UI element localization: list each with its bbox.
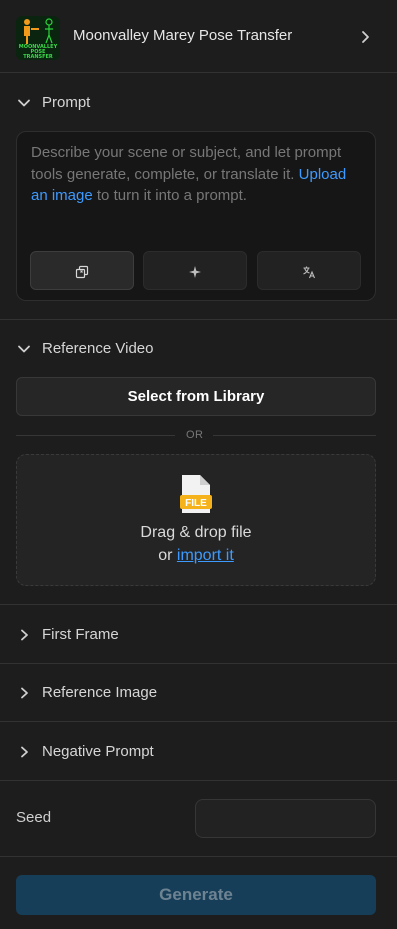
chevron-down-icon	[18, 345, 30, 353]
prompt-placeholder-text-end: to turn it into a prompt.	[92, 187, 247, 204]
divider	[0, 604, 397, 605]
negative-prompt-label: Negative Prompt	[42, 743, 154, 760]
or-divider-left	[16, 435, 175, 436]
file-dropzone[interactable]: FILE Drag & drop file or import it	[16, 454, 376, 586]
model-title: Moonvalley Marey Pose Transfer	[73, 27, 293, 44]
divider	[0, 856, 397, 857]
prompt-section-label: Prompt	[42, 94, 91, 111]
chevron-right-icon	[21, 687, 28, 699]
file-icon: FILE	[180, 475, 212, 513]
divider	[0, 72, 397, 73]
generate-button[interactable]: Generate	[16, 875, 376, 915]
enhance-prompt-button[interactable]	[143, 251, 247, 290]
prompt-placeholder: Describe your scene or subject, and let …	[31, 142, 366, 207]
chevron-down-icon	[18, 99, 30, 107]
prompt-section-toggle[interactable]: Prompt	[0, 88, 397, 118]
chevron-right-icon[interactable]	[359, 30, 371, 44]
or-text: OR	[186, 429, 204, 441]
or-divider-right	[213, 435, 376, 436]
copy-icon	[75, 265, 89, 279]
drop-import-line: or import it	[17, 547, 375, 565]
divider	[0, 663, 397, 664]
model-thumbnail: MOONVALLEY POSE TRANSFER	[16, 16, 60, 60]
translate-icon	[303, 266, 316, 279]
reference-video-label: Reference Video	[42, 340, 154, 357]
divider	[0, 721, 397, 722]
prompt-placeholder-text: Describe your scene or subject, and let …	[31, 144, 342, 183]
translate-prompt-button[interactable]	[257, 251, 361, 290]
first-frame-section-toggle[interactable]: First Frame	[0, 620, 397, 650]
seed-input[interactable]	[195, 799, 376, 838]
model-header[interactable]: MOONVALLEY POSE TRANSFER Moonvalley Mare…	[0, 0, 397, 73]
divider	[0, 780, 397, 781]
file-badge-text: FILE	[185, 498, 207, 509]
chevron-right-icon	[21, 746, 28, 758]
first-frame-label: First Frame	[42, 626, 119, 643]
reference-image-label: Reference Image	[42, 684, 158, 701]
sparkle-icon	[189, 266, 201, 278]
reference-video-section-toggle[interactable]: Reference Video	[0, 334, 397, 364]
import-link[interactable]: import it	[177, 547, 234, 564]
chevron-right-icon	[21, 629, 28, 641]
copy-prompt-button[interactable]	[30, 251, 134, 290]
prompt-input[interactable]: Describe your scene or subject, and let …	[16, 131, 376, 301]
drop-text: Drag & drop file	[140, 524, 252, 541]
select-from-library-button[interactable]: Select from Library	[16, 377, 376, 416]
thumb-text-3: TRANSFER	[23, 54, 53, 60]
negative-prompt-section-toggle[interactable]: Negative Prompt	[0, 737, 397, 767]
or-word: or	[158, 547, 173, 564]
seed-label: Seed	[16, 809, 52, 826]
reference-image-section-toggle[interactable]: Reference Image	[0, 678, 397, 708]
divider	[0, 319, 397, 320]
